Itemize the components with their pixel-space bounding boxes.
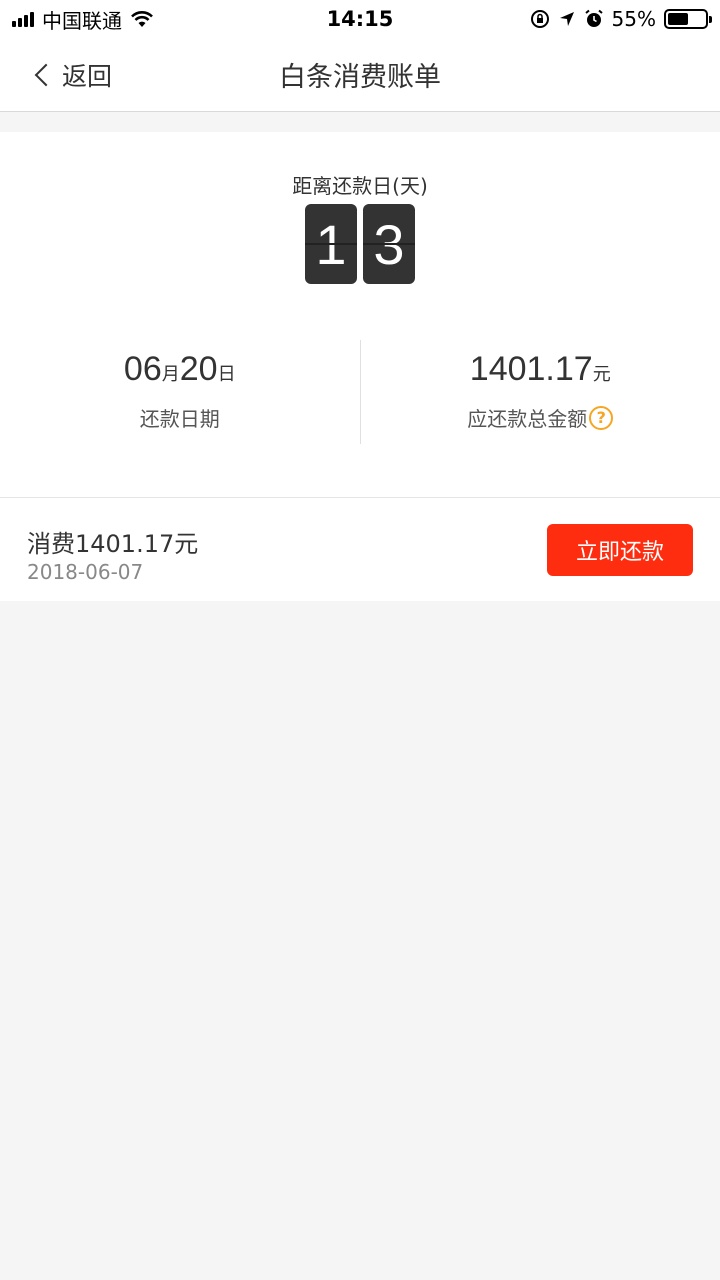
amount-unit: 元: [592, 364, 611, 385]
back-label: 返回: [62, 62, 113, 91]
total-amount: 1401.17: [469, 350, 593, 388]
nav-bar: 返回 白条消费账单: [0, 38, 720, 112]
battery-icon: [664, 9, 712, 29]
status-right: 55%: [530, 7, 712, 31]
location-icon: [559, 12, 574, 26]
due-date-stat: 06 月 20 日 还款日期: [0, 340, 360, 446]
battery-percent: 55%: [611, 7, 656, 31]
total-amount-label: 应还款总金额: [467, 407, 588, 431]
rotation-lock-icon: [530, 10, 549, 28]
total-amount-stat: 1401.17 元 应还款总金额 ?: [361, 340, 720, 446]
chevron-left-icon: [34, 63, 58, 87]
month-unit: 月: [161, 364, 180, 385]
status-left: 中国联通: [12, 5, 154, 34]
bill-item: 消费1401.17元 2018-06-07 立即还款: [0, 498, 720, 601]
page-title: 白条消费账单: [279, 62, 441, 93]
help-icon[interactable]: ?: [589, 405, 614, 430]
signal-icon: [12, 11, 34, 27]
battery-level: [668, 13, 688, 25]
countdown-label: 距离还款日(天): [292, 174, 428, 198]
total-amount-label-row: 应还款总金额 ?: [467, 403, 614, 432]
back-button[interactable]: 返回: [32, 38, 112, 112]
due-month: 06: [123, 350, 162, 388]
due-date-label: 还款日期: [139, 407, 220, 431]
status-bar: 中国联通 14:15 55%: [0, 0, 720, 38]
pay-now-button[interactable]: 立即还款: [547, 524, 693, 576]
countdown-digit: 1: [305, 204, 357, 284]
countdown-digits: 1 3: [0, 204, 720, 284]
wifi-icon: [131, 11, 153, 27]
total-amount-value: 1401.17 元: [470, 350, 611, 389]
bill-description: 消费1401.17元: [27, 530, 199, 558]
due-date-value: 06 月 20 日: [124, 350, 236, 389]
countdown-digit: 3: [363, 204, 415, 284]
alarm-icon: [584, 9, 603, 27]
repayment-summary: 距离还款日(天) 1 3 06 月 20 日 还款日期 1401.17 元 应还…: [0, 132, 720, 498]
bill-date: 2018-06-07: [27, 560, 144, 584]
day-unit: 日: [217, 364, 236, 385]
carrier-name: 中国联通: [42, 8, 122, 33]
summary-stats: 06 月 20 日 还款日期 1401.17 元 应还款总金额 ?: [0, 340, 720, 446]
due-day: 20: [179, 350, 218, 388]
